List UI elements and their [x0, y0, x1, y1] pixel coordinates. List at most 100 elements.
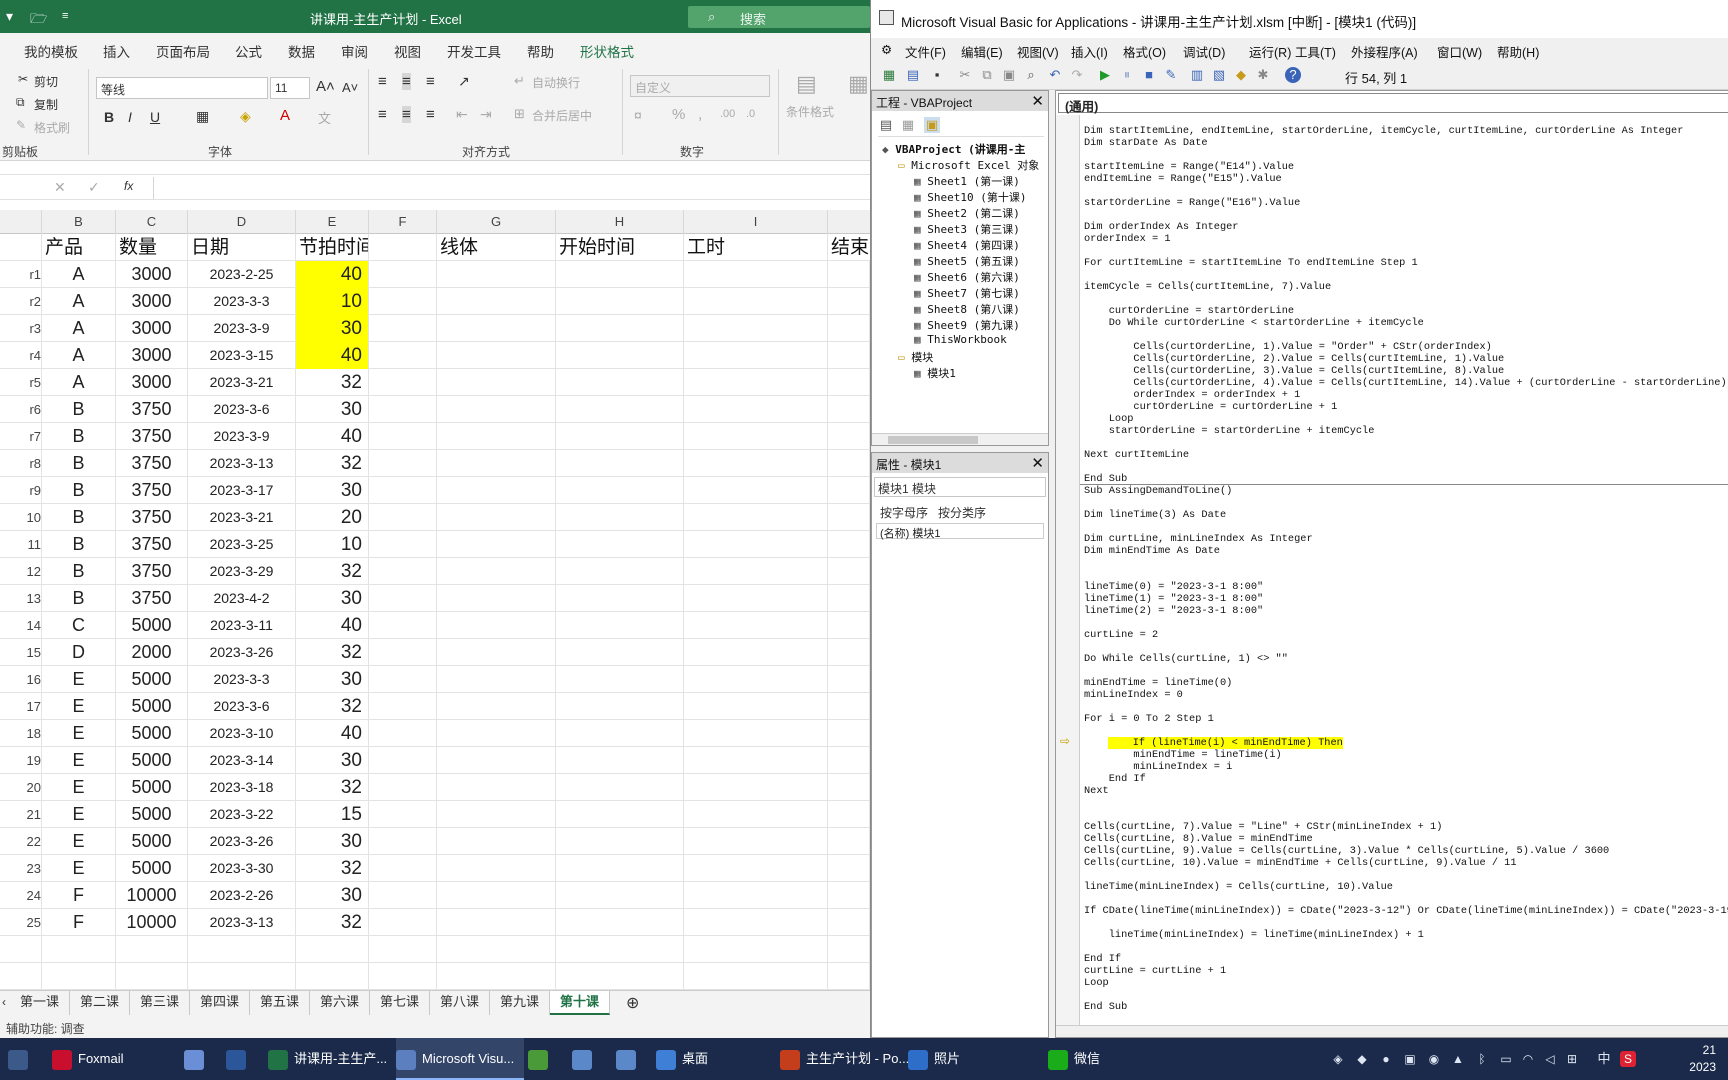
- cell[interactable]: [556, 909, 684, 936]
- code-line[interactable]: Loop: [1084, 413, 1134, 425]
- column-header[interactable]: D: [188, 210, 296, 234]
- cell[interactable]: [828, 477, 870, 504]
- tree-node[interactable]: ▦ 模块1: [914, 365, 956, 381]
- taskbar-item[interactable]: 主生产计划 - Po...: [780, 1038, 909, 1080]
- cell[interactable]: [369, 396, 437, 423]
- cell[interactable]: [369, 963, 437, 990]
- code-line[interactable]: Cells(curtLine, 10).Value = minEndTime +…: [1084, 857, 1517, 869]
- quantity-cell[interactable]: 3000: [116, 315, 188, 342]
- cell[interactable]: [556, 315, 684, 342]
- code-line[interactable]: Next: [1084, 785, 1109, 797]
- font-size-box[interactable]: 11: [270, 77, 310, 99]
- sheet-tab[interactable]: 第八课: [430, 991, 490, 1015]
- product-cell[interactable]: A: [42, 315, 116, 342]
- app-tray-icon[interactable]: ▲: [1450, 1051, 1466, 1067]
- code-line[interactable]: Cells(curtOrderLine, 1).Value = "Order" …: [1084, 341, 1491, 353]
- date-cell[interactable]: 2023-3-3: [188, 666, 296, 693]
- cell[interactable]: [684, 504, 828, 531]
- sheet-tab[interactable]: 第二课: [70, 991, 130, 1015]
- cell[interactable]: [556, 612, 684, 639]
- takt-cell[interactable]: 32: [296, 855, 369, 882]
- cell[interactable]: [556, 801, 684, 828]
- cell[interactable]: [556, 450, 684, 477]
- quantity-cell[interactable]: 5000: [116, 612, 188, 639]
- code-line[interactable]: Dim orderIndex As Integer: [1084, 221, 1238, 233]
- align-bottom-icon[interactable]: ≡: [426, 73, 435, 90]
- comma-icon[interactable]: ,: [698, 106, 702, 123]
- cell[interactable]: [556, 963, 684, 990]
- row-number[interactable]: 14: [0, 612, 42, 639]
- code-line[interactable]: curtOrderLine = startOrderLine: [1084, 305, 1294, 317]
- cell[interactable]: [437, 288, 556, 315]
- code-line[interactable]: Loop: [1084, 977, 1109, 989]
- tree-node[interactable]: ▭ 模块: [898, 349, 933, 365]
- code-line[interactable]: Cells(curtOrderLine, 3).Value = Cells(cu…: [1084, 365, 1504, 377]
- cell[interactable]: [556, 639, 684, 666]
- product-cell[interactable]: A: [42, 369, 116, 396]
- cell[interactable]: [369, 531, 437, 558]
- cell[interactable]: [828, 504, 870, 531]
- redo-icon[interactable]: ↷: [1069, 67, 1085, 83]
- product-cell[interactable]: B: [42, 396, 116, 423]
- app-tray-icon[interactable]: ▣: [1402, 1051, 1418, 1067]
- reset-icon[interactable]: ■: [1141, 67, 1157, 83]
- cell[interactable]: [369, 666, 437, 693]
- quantity-cell[interactable]: 3000: [116, 261, 188, 288]
- cell[interactable]: [684, 720, 828, 747]
- insert-module-icon[interactable]: ▤: [905, 67, 921, 83]
- quantity-cell[interactable]: 5000: [116, 801, 188, 828]
- row-number[interactable]: 18: [0, 720, 42, 747]
- cell[interactable]: [369, 342, 437, 369]
- code-line[interactable]: End If: [1084, 953, 1121, 965]
- code-line[interactable]: Cells(curtLine, 9).Value = Cells(curtLin…: [1084, 845, 1609, 857]
- cell[interactable]: [437, 882, 556, 909]
- cut-button[interactable]: 剪切: [34, 73, 58, 90]
- takt-cell[interactable]: 30: [296, 585, 369, 612]
- cell[interactable]: [437, 909, 556, 936]
- cell[interactable]: [828, 612, 870, 639]
- row-number[interactable]: r5: [0, 369, 42, 396]
- phonetic-icon[interactable]: 文: [318, 108, 331, 127]
- font-color-icon[interactable]: A: [280, 107, 290, 124]
- tree-node[interactable]: ▦ Sheet2 (第二课): [914, 205, 1020, 221]
- code-line[interactable]: orderIndex = 1: [1084, 233, 1171, 245]
- decrease-font-icon[interactable]: A˅: [342, 80, 358, 95]
- cell[interactable]: [42, 963, 116, 990]
- tab-developer[interactable]: 开发工具: [447, 41, 501, 61]
- header-cell[interactable]: 日期: [188, 234, 296, 261]
- tab-categorized[interactable]: 按分类序: [938, 504, 986, 521]
- takt-cell[interactable]: 32: [296, 450, 369, 477]
- italic-icon[interactable]: I: [128, 109, 132, 125]
- date-cell[interactable]: 2023-3-30: [188, 855, 296, 882]
- takt-cell[interactable]: 30: [296, 666, 369, 693]
- cell[interactable]: [369, 504, 437, 531]
- cell[interactable]: [437, 396, 556, 423]
- taskbar-item[interactable]: 照片: [908, 1038, 1032, 1080]
- quantity-cell[interactable]: 3750: [116, 396, 188, 423]
- row-number[interactable]: 15: [0, 639, 42, 666]
- cell[interactable]: [828, 747, 870, 774]
- row-number[interactable]: r3: [0, 315, 42, 342]
- view-object-icon[interactable]: ▦: [900, 117, 916, 133]
- object-dropdown[interactable]: (通用): [1058, 93, 1728, 114]
- cell[interactable]: [437, 720, 556, 747]
- row-number[interactable]: 21: [0, 801, 42, 828]
- cell[interactable]: [369, 423, 437, 450]
- network-icon[interactable]: ⊞: [1564, 1051, 1580, 1067]
- code-line[interactable]: startOrderLine = startOrderLine + itemCy…: [1084, 425, 1375, 437]
- cell[interactable]: [556, 504, 684, 531]
- cell[interactable]: [369, 558, 437, 585]
- code-line[interactable]: Next curtItemLine: [1084, 449, 1189, 461]
- align-middle-icon[interactable]: ≡: [402, 73, 411, 90]
- battery-icon[interactable]: ▭: [1498, 1051, 1514, 1067]
- takt-cell[interactable]: 30: [296, 315, 369, 342]
- cell[interactable]: [0, 963, 42, 990]
- cell[interactable]: [369, 612, 437, 639]
- vbe-menu-item[interactable]: 运行(R): [1249, 42, 1291, 61]
- cell[interactable]: [684, 963, 828, 990]
- cell[interactable]: [556, 828, 684, 855]
- date-cell[interactable]: 2023-3-3: [188, 288, 296, 315]
- paste-icon[interactable]: ▣: [1001, 67, 1017, 83]
- cell[interactable]: [684, 342, 828, 369]
- cell[interactable]: [437, 504, 556, 531]
